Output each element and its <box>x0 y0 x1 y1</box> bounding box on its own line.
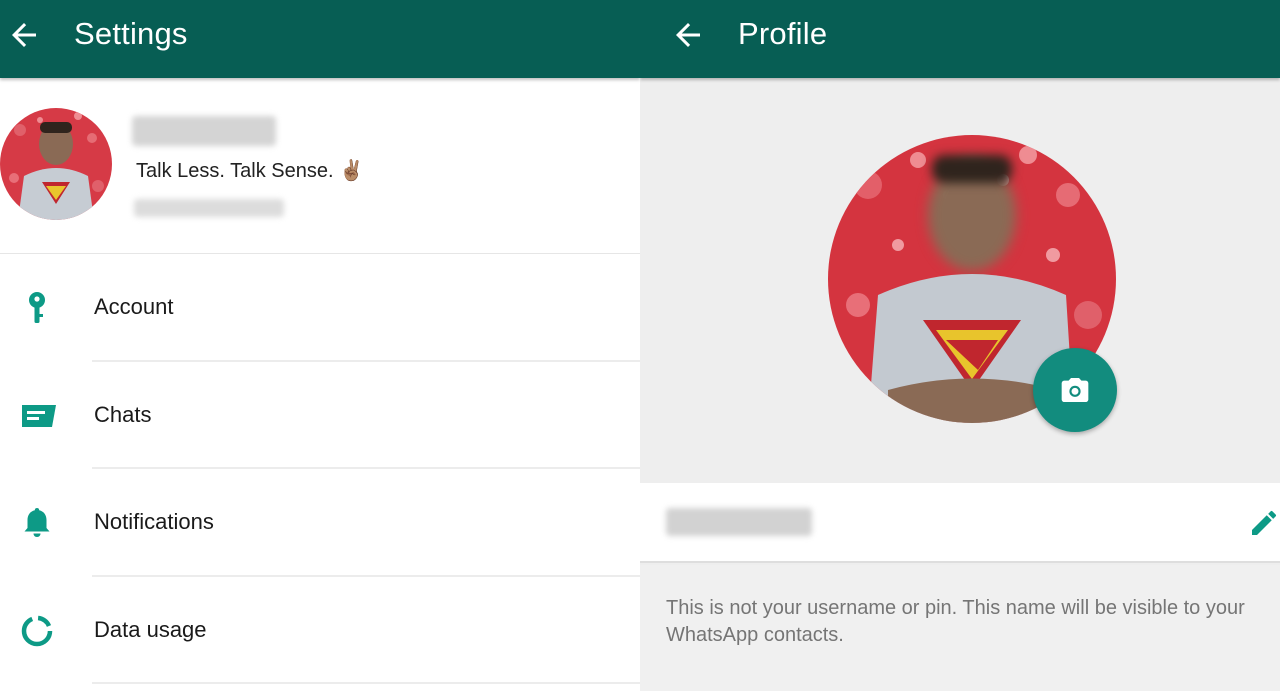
page-title: Settings <box>74 16 188 51</box>
key-icon <box>29 292 45 323</box>
profile-summary[interactable]: Talk Less. Talk Sense. ✌🏽 <box>0 78 640 253</box>
name-redacted <box>666 508 812 536</box>
name-field[interactable] <box>640 483 1280 563</box>
pencil-icon <box>1252 510 1277 535</box>
settings-item-data-usage[interactable]: Data usage <box>0 577 640 684</box>
name-hint-text: This is not your username or pin. This n… <box>666 597 1245 646</box>
settings-list: Account Chats Notifications Data usage <box>0 254 640 684</box>
settings-app-bar: Settings <box>0 0 640 78</box>
settings-item-label: Account <box>94 294 174 319</box>
settings-item-label: Notifications <box>94 509 214 534</box>
settings-screen: Settings Talk Less. Talk Sense. ✌🏽 Accou… <box>0 0 640 691</box>
camera-icon <box>1061 378 1089 402</box>
settings-item-chats[interactable]: Chats <box>0 362 640 469</box>
back-button[interactable] <box>670 17 706 53</box>
profile-app-bar: Profile <box>640 0 1280 78</box>
profile-name-redacted <box>132 116 276 146</box>
profile-photo-area <box>640 78 1280 483</box>
profile-status: Talk Less. Talk Sense. ✌🏽 <box>136 160 364 182</box>
change-photo-button[interactable] <box>1033 348 1117 432</box>
bell-icon <box>24 508 50 537</box>
settings-item-notifications[interactable]: Notifications <box>0 469 640 577</box>
data-usage-icon <box>21 615 53 646</box>
settings-item-account[interactable]: Account <box>0 254 640 362</box>
divider <box>92 682 640 684</box>
chat-icon <box>22 404 56 427</box>
page-title: Profile <box>738 16 828 51</box>
edit-name-button[interactable] <box>1248 507 1280 539</box>
settings-item-label: Data usage <box>94 616 207 642</box>
arrow-left-icon <box>676 23 700 47</box>
avatar[interactable] <box>0 108 112 220</box>
arrow-left-icon <box>12 23 36 47</box>
profile-phone-redacted <box>134 199 284 217</box>
settings-item-label: Chats <box>94 401 152 427</box>
profile-screen: Profile This is not your username or pin… <box>640 0 1280 691</box>
back-button[interactable] <box>6 17 42 53</box>
name-hint-area: This is not your username or pin. This n… <box>640 565 1280 691</box>
